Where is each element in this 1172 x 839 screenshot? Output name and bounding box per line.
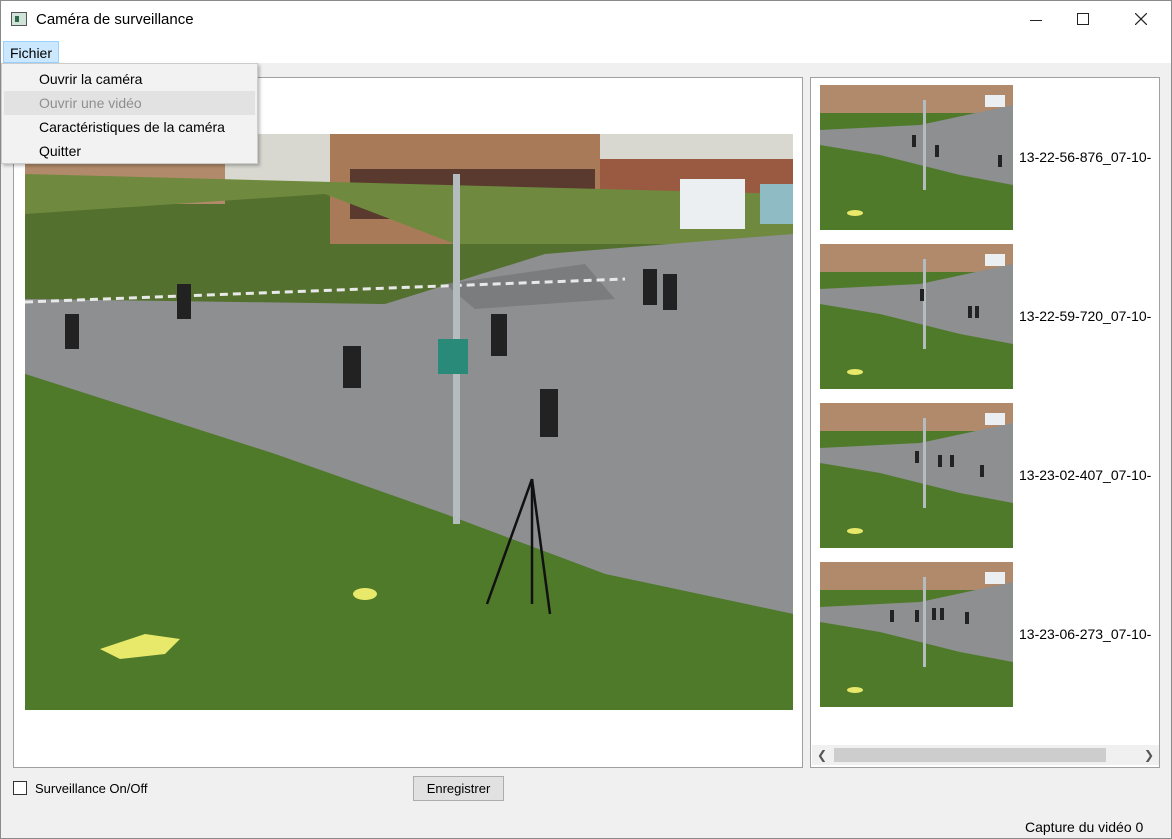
capture-image bbox=[820, 85, 1013, 230]
menu-item-open-video: Ouvrir une vidéo bbox=[4, 91, 255, 115]
capture-thumbnail[interactable] bbox=[820, 244, 1013, 389]
menu-bar: Fichier bbox=[1, 39, 1171, 63]
close-icon bbox=[1135, 13, 1147, 25]
horizontal-scrollbar[interactable]: ❮ ❯ bbox=[812, 745, 1159, 765]
fichier-dropdown-menu: Ouvrir la caméra Ouvrir une vidéo Caract… bbox=[1, 63, 258, 164]
video-frame bbox=[25, 134, 793, 710]
scroll-left-arrow-icon[interactable]: ❮ bbox=[812, 745, 832, 765]
capture-label: 13-22-56-876_07-10- bbox=[1019, 149, 1152, 165]
camera-app-icon bbox=[11, 12, 27, 26]
capture-thumbnail[interactable] bbox=[820, 85, 1013, 230]
close-button[interactable] bbox=[1117, 1, 1163, 39]
capture-image bbox=[820, 562, 1013, 707]
title-bar: Caméra de surveillance bbox=[1, 1, 1171, 39]
status-text: Capture du vidéo 0 bbox=[1025, 819, 1144, 835]
window-title: Caméra de surveillance bbox=[36, 11, 194, 28]
surveillance-label: Surveillance On/Off bbox=[35, 781, 148, 796]
menu-item-camera-properties[interactable]: Caractéristiques de la caméra bbox=[4, 115, 255, 139]
surveillance-scene-image bbox=[25, 134, 793, 710]
video-panel bbox=[13, 77, 803, 768]
capture-image bbox=[820, 244, 1013, 389]
menu-item-open-camera[interactable]: Ouvrir la caméra bbox=[4, 67, 255, 91]
scrollbar-thumb[interactable] bbox=[834, 748, 1106, 762]
menu-fichier[interactable]: Fichier bbox=[3, 41, 60, 63]
maximize-button[interactable] bbox=[1059, 1, 1105, 39]
capture-thumbnail[interactable] bbox=[820, 562, 1013, 707]
record-button[interactable]: Enregistrer bbox=[413, 776, 504, 801]
minimize-button[interactable] bbox=[1012, 1, 1058, 39]
capture-label: 13-23-02-407_07-10- bbox=[1019, 467, 1152, 483]
capture-label: 13-23-06-273_07-10- bbox=[1019, 626, 1152, 642]
capture-image bbox=[820, 403, 1013, 548]
scroll-right-arrow-icon[interactable]: ❯ bbox=[1139, 745, 1159, 765]
menu-item-quit[interactable]: Quitter bbox=[4, 139, 255, 163]
capture-label: 13-22-59-720_07-10- bbox=[1019, 308, 1152, 324]
capture-thumbnail[interactable] bbox=[820, 403, 1013, 548]
captures-panel: 13-22-56-876_07-10- 13-22-59-720_07-10- bbox=[810, 77, 1160, 768]
surveillance-checkbox[interactable] bbox=[13, 781, 27, 795]
